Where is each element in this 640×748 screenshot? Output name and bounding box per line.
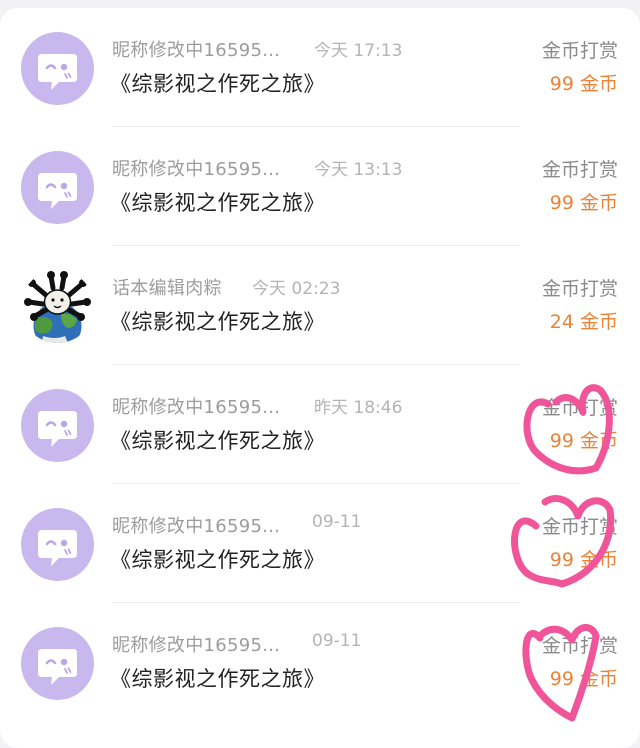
nickname: 昵称修改中16595... xyxy=(112,159,281,180)
coin-amount: 99 金币 xyxy=(549,430,618,452)
book-title[interactable]: 《综影视之作死之旅》 xyxy=(110,544,325,574)
reward-record-row[interactable]: 话本编辑肉粽 今天 02:23 《综影视之作死之旅》 金币打赏 24 金币 xyxy=(0,246,640,365)
coin-amount: 99 金币 xyxy=(549,668,618,690)
user-avatar[interactable] xyxy=(21,627,94,700)
reward-record-row[interactable]: 昵称修改中16595... 昨天 18:46 《综影视之作死之旅》 金币打赏 9… xyxy=(0,365,640,484)
nickname: 昵称修改中16595... xyxy=(112,397,281,418)
coin-amount: 99 金币 xyxy=(549,73,618,95)
chat-bubble-icon xyxy=(38,649,77,685)
user-avatar[interactable] xyxy=(21,151,94,224)
book-title[interactable]: 《综影视之作死之旅》 xyxy=(110,187,325,217)
timestamp: 昨天 18:46 xyxy=(314,398,403,418)
reward-record-row[interactable]: 昵称修改中16595... 今天 13:13 《综影视之作死之旅》 金币打赏 9… xyxy=(0,127,640,246)
coin-amount: 99 金币 xyxy=(549,549,618,571)
chat-bubble-icon xyxy=(38,173,77,209)
timestamp: 09-11 xyxy=(312,512,362,532)
timestamp: 今天 13:13 xyxy=(314,160,403,180)
gift-type-label: 金币打赏 xyxy=(541,635,618,657)
nickname: 昵称修改中16595... xyxy=(112,635,281,656)
nickname: 话本编辑肉粽 xyxy=(112,278,222,299)
earth-bunny-avatar-icon xyxy=(24,271,91,343)
user-avatar[interactable] xyxy=(21,32,94,105)
book-title[interactable]: 《综影视之作死之旅》 xyxy=(110,68,325,98)
coin-amount: 24 金币 xyxy=(549,311,618,333)
gift-type-label: 金币打赏 xyxy=(541,516,618,538)
user-avatar[interactable] xyxy=(21,389,94,462)
user-avatar[interactable] xyxy=(21,270,94,343)
reward-record-row[interactable]: 昵称修改中16595... 今天 17:13 《综影视之作死之旅》 金币打赏 9… xyxy=(0,8,640,127)
book-title[interactable]: 《综影视之作死之旅》 xyxy=(110,663,325,693)
nickname: 昵称修改中16595... xyxy=(112,40,281,61)
user-avatar[interactable] xyxy=(21,508,94,581)
chat-bubble-icon xyxy=(38,54,77,90)
timestamp: 今天 17:13 xyxy=(314,41,403,61)
reward-record-row[interactable]: 昵称修改中16595... 09-11 《综影视之作死之旅》 金币打赏 99 金… xyxy=(0,603,640,722)
chat-bubble-icon xyxy=(38,411,77,447)
reward-record-row[interactable]: 昵称修改中16595... 09-11 《综影视之作死之旅》 金币打赏 99 金… xyxy=(0,484,640,603)
coin-amount: 99 金币 xyxy=(549,192,618,214)
book-title[interactable]: 《综影视之作死之旅》 xyxy=(110,425,325,455)
gift-type-label: 金币打赏 xyxy=(541,397,618,419)
chat-bubble-icon xyxy=(38,530,77,566)
timestamp: 今天 02:23 xyxy=(252,279,341,299)
nickname: 昵称修改中16595... xyxy=(112,516,281,537)
gift-type-label: 金币打赏 xyxy=(541,278,618,300)
timestamp: 09-11 xyxy=(312,631,362,651)
gift-type-label: 金币打赏 xyxy=(541,159,618,181)
gift-type-label: 金币打赏 xyxy=(541,40,618,62)
book-title[interactable]: 《综影视之作死之旅》 xyxy=(110,306,325,336)
